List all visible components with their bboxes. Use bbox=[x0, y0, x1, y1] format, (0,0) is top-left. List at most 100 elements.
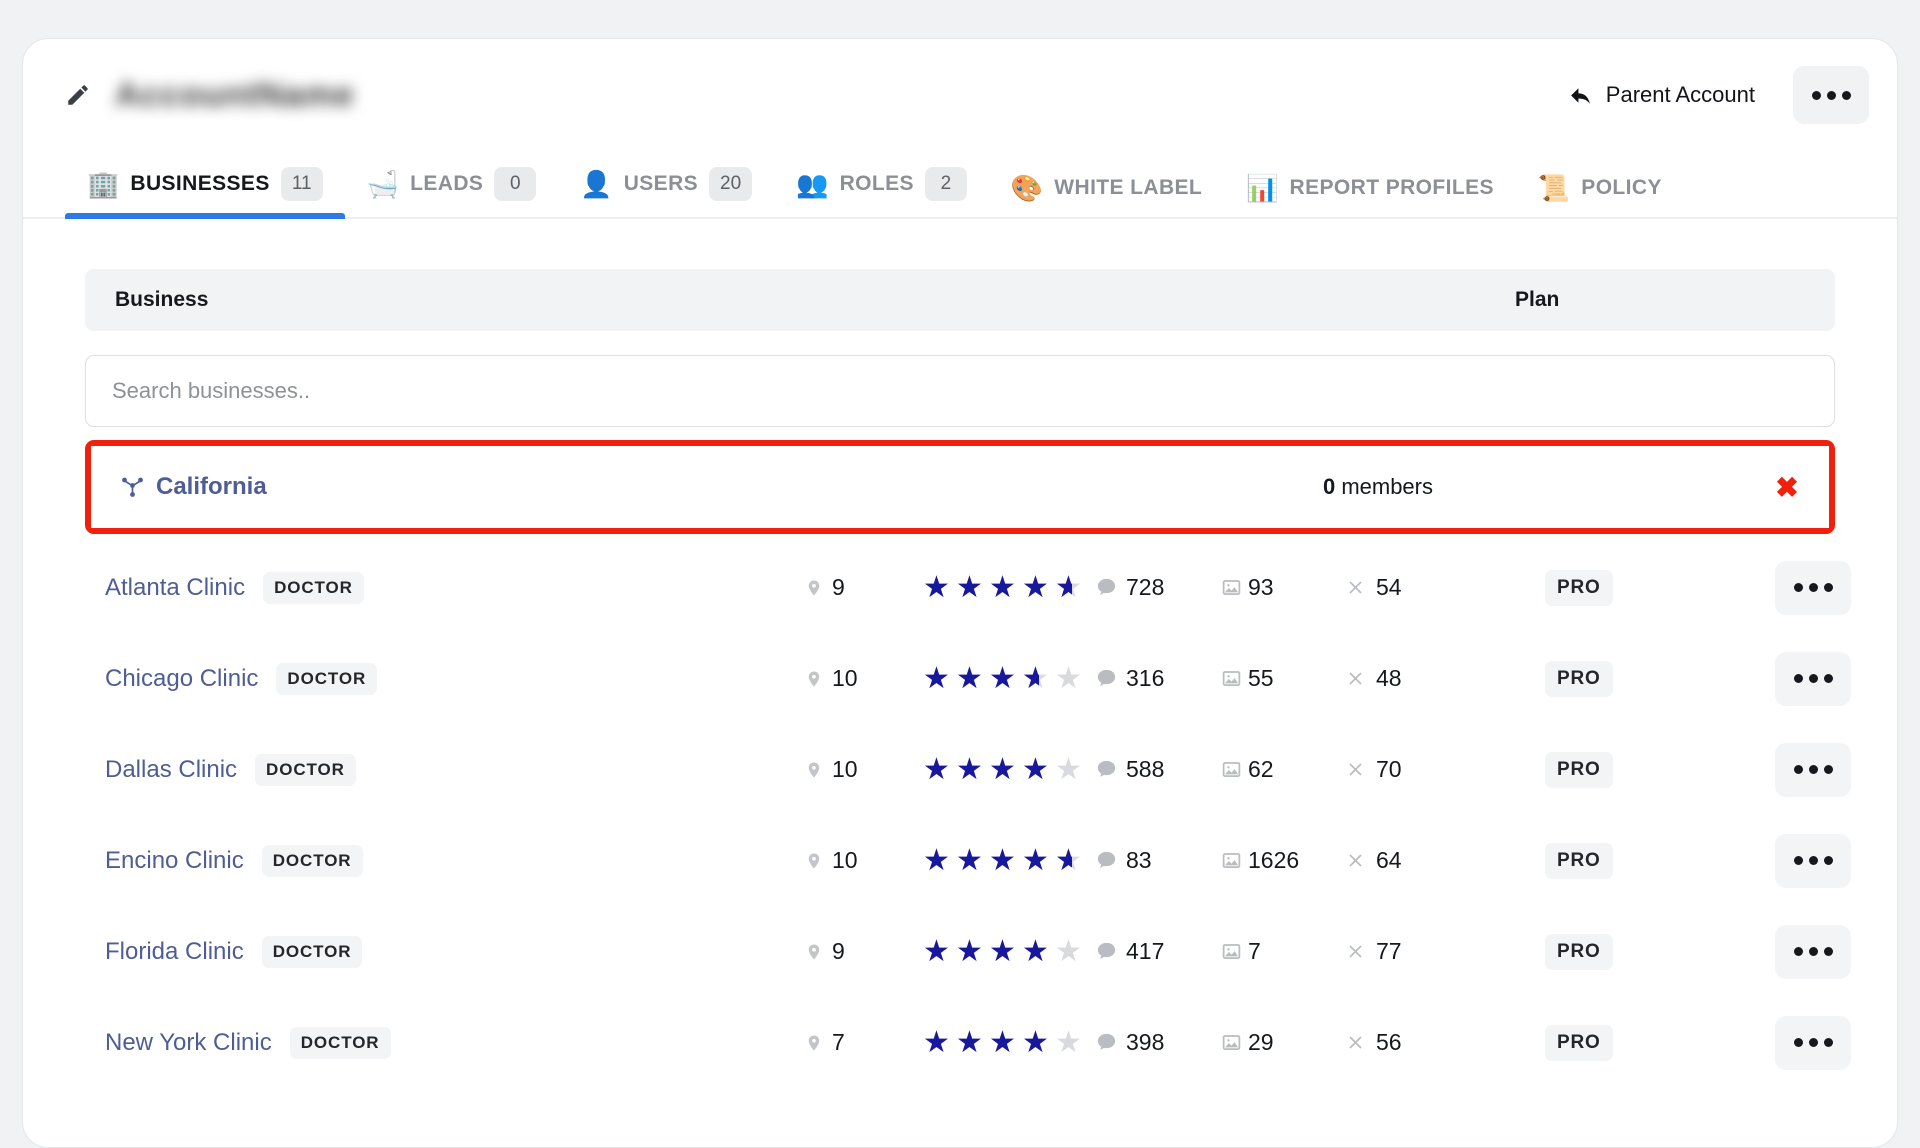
kebab-dot bbox=[1808, 765, 1818, 774]
tab-white-label[interactable]: 🎨 WHITE LABEL bbox=[989, 175, 1224, 217]
business-name-link[interactable]: Dallas Clinic bbox=[105, 756, 237, 784]
star-fill: ★ bbox=[923, 845, 950, 876]
reviews-count: 417 bbox=[1126, 938, 1165, 964]
star-fill: ★ bbox=[956, 572, 983, 603]
reviews-count: 728 bbox=[1126, 574, 1165, 600]
table-row[interactable]: Dallas Clinic DOCTOR 10 ★ ★ ★ ★ ★ ★ ★ ★ ★ 588 62 70 PRO bbox=[85, 724, 1851, 815]
star-fill: ★ bbox=[923, 936, 950, 967]
location-pin-icon bbox=[805, 576, 823, 600]
parent-account-link[interactable]: Parent Account bbox=[1568, 82, 1755, 108]
table-row[interactable]: Chicago ClinicDOCTOR10★★★★★★★★★3165548PR… bbox=[85, 633, 1851, 724]
tab-badge: 0 bbox=[494, 167, 537, 201]
business-name-link[interactable]: Florida Clinic bbox=[105, 938, 244, 966]
kebab-dot bbox=[1793, 765, 1803, 774]
business-name-cell: New York Clinic DOCTOR bbox=[105, 1026, 805, 1059]
tab-report-profiles[interactable]: 📊 REPORT PROFILES bbox=[1224, 175, 1516, 217]
tab-roles[interactable]: 👥 ROLES 2 bbox=[774, 167, 989, 217]
business-name-cell: Encino Clinic DOCTOR bbox=[105, 844, 805, 877]
table-row[interactable]: Florida Clinic DOCTOR 9 ★ ★ ★ ★ ★ ★ ★ ★ ★ 417 7 77 PRO bbox=[85, 906, 1851, 997]
pencil-icon[interactable] bbox=[63, 80, 93, 110]
photos-count: 93 bbox=[1248, 574, 1274, 600]
plan-cell: PRO bbox=[1545, 933, 1775, 970]
group-members-count: 0 members bbox=[1323, 474, 1763, 500]
comment-bubble-icon bbox=[1095, 940, 1118, 963]
funnel-leads-icon: 🛁 bbox=[366, 169, 400, 199]
table-row[interactable]: Atlanta ClinicDOCTOR9★★★★★★★★★★7289354PR… bbox=[85, 542, 1851, 633]
comment-bubble-icon bbox=[1095, 576, 1118, 599]
star-icon: ★ bbox=[1055, 661, 1082, 695]
plan-cell: PRO bbox=[1545, 842, 1775, 879]
star-fill: ★ bbox=[923, 663, 950, 694]
issues-cell: 64 bbox=[1345, 847, 1545, 874]
plan-badge: PRO bbox=[1545, 751, 1613, 788]
row-more-menu-button[interactable] bbox=[1775, 651, 1851, 706]
tab-users[interactable]: 👤 USERS 20 bbox=[558, 167, 774, 217]
business-rows: Atlanta ClinicDOCTOR9★★★★★★★★★★7289354PR… bbox=[85, 534, 1851, 1088]
business-name-link[interactable]: Chicago Clinic bbox=[105, 665, 258, 693]
star-icon: ★★ bbox=[989, 845, 1022, 876]
plan-badge: PRO bbox=[1545, 1024, 1613, 1061]
row-actions-cell bbox=[1775, 833, 1851, 888]
close-x-icon bbox=[1345, 577, 1366, 598]
row-more-menu-button[interactable] bbox=[1775, 924, 1851, 979]
business-name-link[interactable]: New York Clinic bbox=[105, 1029, 272, 1057]
group-name-link[interactable]: California bbox=[119, 473, 267, 501]
row-actions-cell bbox=[1775, 742, 1851, 797]
search-input[interactable] bbox=[85, 355, 1835, 427]
photos-cell: 55 bbox=[1220, 665, 1345, 692]
star-fill: ★ bbox=[989, 663, 1016, 694]
row-more-menu-button[interactable] bbox=[1775, 742, 1851, 797]
tab-businesses[interactable]: 🏢 BUSINESSES 11 bbox=[65, 167, 345, 219]
locations-cell: 9 bbox=[805, 938, 923, 965]
role-badge: DOCTOR bbox=[263, 571, 364, 604]
star-icon: ★★ bbox=[1022, 936, 1055, 967]
role-badge: DOCTOR bbox=[255, 753, 356, 786]
reply-arrow-icon bbox=[1568, 82, 1594, 108]
star-fill: ★ bbox=[956, 845, 983, 876]
star-icon: ★★ bbox=[989, 663, 1022, 694]
issues-cell: 54 bbox=[1345, 574, 1545, 601]
table-row[interactable]: New York Clinic DOCTOR 7 ★ ★ ★ ★ ★ ★ ★ ★ ★ 398 29 56 PR… bbox=[85, 997, 1851, 1088]
header-more-menu-button[interactable] bbox=[1793, 66, 1869, 124]
star-fill: ★ bbox=[1022, 664, 1039, 694]
group-row-highlight: California 0 members ✖ bbox=[85, 440, 1835, 534]
tab-policy[interactable]: 📜 POLICY bbox=[1516, 175, 1684, 217]
kebab-dot bbox=[1793, 583, 1803, 592]
photos-cell: 1626 bbox=[1220, 847, 1345, 874]
table-row[interactable]: Encino ClinicDOCTOR10★★★★★★★★★★83162664P… bbox=[85, 815, 1851, 906]
rating-stars: ★★★★★★★★★★ bbox=[923, 572, 1095, 603]
business-name-cell: Florida Clinic DOCTOR bbox=[105, 935, 805, 968]
issues-count: 48 bbox=[1376, 665, 1402, 691]
star-fill: ★ bbox=[1055, 573, 1072, 603]
star-icon: ★★ bbox=[923, 936, 956, 967]
plan-cell: PRO bbox=[1545, 569, 1775, 606]
role-badge: DOCTOR bbox=[289, 1026, 391, 1059]
tab-leads[interactable]: 🛁 LEADS 0 bbox=[345, 167, 559, 217]
star-fill: ★ bbox=[956, 754, 983, 785]
star-icon: ★★ bbox=[923, 663, 956, 694]
row-more-menu-button[interactable] bbox=[1775, 1015, 1851, 1070]
close-x-icon bbox=[1345, 668, 1366, 689]
star-icon: ★★ bbox=[956, 936, 989, 967]
rating-stars: ★★★★★★★★★ bbox=[923, 754, 1095, 785]
reviews-count: 83 bbox=[1126, 847, 1152, 873]
plan-badge: PRO bbox=[1545, 660, 1613, 697]
group-row-california[interactable]: California 0 members ✖ bbox=[91, 446, 1829, 528]
tab-label: LEADS bbox=[410, 172, 484, 195]
star-fill: ★ bbox=[1022, 754, 1049, 785]
business-name-link[interactable]: Atlanta Clinic bbox=[105, 574, 245, 602]
close-x-icon bbox=[1345, 941, 1366, 962]
kebab-dot bbox=[1808, 583, 1818, 592]
tab-bar: 🏢 BUSINESSES 11 🛁 LEADS 0 👤 USERS 20 👥 ROLES 2 🎨 WHIT… bbox=[23, 151, 1897, 219]
star-icon: ★★ bbox=[956, 845, 989, 876]
group-remove-button[interactable]: ✖ bbox=[1763, 471, 1811, 504]
star-icon: ★★ bbox=[923, 754, 956, 785]
row-more-menu-button[interactable] bbox=[1775, 833, 1851, 888]
star-icon: ★★ bbox=[956, 754, 989, 785]
reviews-cell: 316 bbox=[1095, 665, 1220, 692]
row-more-menu-button[interactable] bbox=[1775, 560, 1851, 615]
star-fill: ★ bbox=[1022, 572, 1049, 603]
business-name-link[interactable]: Encino Clinic bbox=[105, 847, 244, 875]
star-icon: ★ bbox=[1055, 1025, 1082, 1059]
star-fill: ★ bbox=[989, 572, 1016, 603]
